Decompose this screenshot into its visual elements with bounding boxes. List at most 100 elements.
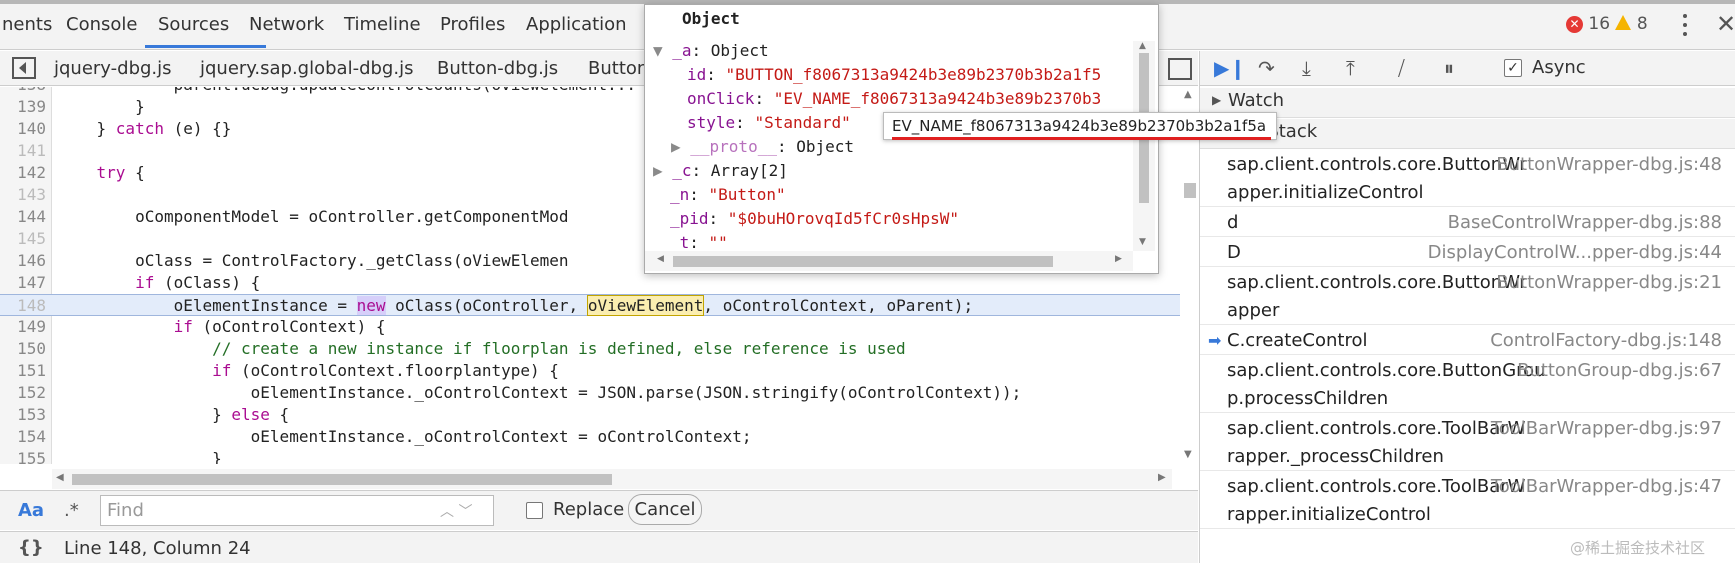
navigator-toggle-icon[interactable] bbox=[12, 57, 36, 79]
line-number[interactable]: 150 bbox=[0, 338, 46, 360]
editor-horizontal-scrollbar[interactable]: ◀ ▶ bbox=[52, 469, 1172, 489]
line-number[interactable]: 152 bbox=[0, 382, 46, 404]
scroll-down-icon[interactable]: ▼ bbox=[1184, 449, 1192, 460]
async-checkbox[interactable]: ✓ bbox=[1504, 59, 1522, 77]
editor-hscroll-thumb[interactable] bbox=[72, 474, 612, 485]
code-line[interactable]: 155 } bbox=[0, 448, 1180, 464]
pause-on-exceptions-icon[interactable]: ⏸ bbox=[1444, 56, 1454, 80]
tab-network[interactable]: Network bbox=[249, 14, 324, 35]
prop-a[interactable]: ▼ _a: Object bbox=[653, 39, 769, 63]
scroll-right-icon[interactable]: ▶ bbox=[1158, 472, 1166, 483]
pretty-print-icon[interactable]: {} bbox=[18, 537, 44, 558]
deactivate-breakpoints-icon[interactable]: ⧸ bbox=[1398, 56, 1405, 80]
line-number[interactable]: 151 bbox=[0, 360, 46, 382]
line-number[interactable]: 147 bbox=[0, 272, 46, 294]
line-number[interactable]: 145 bbox=[0, 228, 46, 250]
prop-id[interactable]: id: "BUTTON_f8067313a9424b3e89b2370b3b2a… bbox=[687, 63, 1101, 87]
popover-scroll-left-icon[interactable]: ◀ bbox=[657, 254, 664, 264]
line-number[interactable]: 138 bbox=[0, 87, 46, 96]
more-menu-icon[interactable] bbox=[1681, 14, 1689, 36]
line-number[interactable]: 140 bbox=[0, 118, 46, 140]
scroll-up-icon[interactable]: ▲ bbox=[1184, 89, 1192, 100]
tab-application[interactable]: Application bbox=[526, 14, 627, 35]
callstack-section-header[interactable]: ▼ Call Stack bbox=[1200, 119, 1735, 149]
line-number[interactable]: 148 bbox=[0, 295, 46, 317]
popover-hscroll-thumb[interactable] bbox=[673, 256, 1053, 267]
match-case-toggle[interactable]: Aa bbox=[18, 500, 44, 521]
call-frame[interactable]: ➡ C.createControl ControlFactory-dbg.js:14… bbox=[1200, 326, 1735, 355]
call-frame[interactable]: sap.client.controls.core.ButtonWr apper.i… bbox=[1200, 150, 1735, 207]
line-number[interactable]: 141 bbox=[0, 140, 46, 162]
call-frame-location[interactable]: ButtonWrapper-dbg.js:48 bbox=[1496, 150, 1722, 180]
code-line[interactable]: 152 oElementInstance._oControlContext = … bbox=[0, 382, 1180, 404]
popover-horizontal-scrollbar[interactable]: ◀ ▶ bbox=[645, 251, 1133, 271]
close-icon[interactable]: ✕ bbox=[1716, 10, 1735, 38]
debugger-toolbar: ▶❙ ↷ ⤓ ⤒ ⧸ ⏸ ✓ Async bbox=[1200, 51, 1735, 86]
tab-timeline[interactable]: Timeline bbox=[344, 14, 421, 35]
line-number[interactable]: 155 bbox=[0, 448, 46, 464]
prop-style[interactable]: style: "Standard" bbox=[687, 111, 851, 135]
call-frame-location[interactable]: ButtonWrapper-dbg.js:21 bbox=[1496, 268, 1722, 298]
tab-elements[interactable]: nents bbox=[2, 14, 52, 35]
call-frame-location[interactable]: DisplayControlW...pper-dbg.js:44 bbox=[1428, 238, 1722, 268]
resume-icon[interactable]: ▶❙ bbox=[1214, 56, 1246, 80]
call-frame-location[interactable]: ToolBarWrapper-dbg.js:97 bbox=[1491, 414, 1722, 444]
call-frame-location[interactable]: ToolBarWrapper-dbg.js:47 bbox=[1491, 472, 1722, 502]
file-tab-jquery-sap-global[interactable]: jquery.sap.global-dbg.js bbox=[200, 58, 413, 79]
call-frame-function: sap.client.controls.core.ButtonWr bbox=[1227, 154, 1527, 175]
code-line[interactable]: 147 if (oClass) { bbox=[0, 272, 1180, 294]
line-number[interactable]: 149 bbox=[0, 316, 46, 338]
watch-section-header[interactable]: ▶ Watch bbox=[1200, 88, 1735, 118]
call-frame[interactable]: sap.client.controls.core.ButtonGrou p.pro… bbox=[1200, 356, 1735, 413]
step-over-icon[interactable]: ↷ bbox=[1258, 56, 1275, 80]
popover-vertical-scrollbar[interactable]: ▲ ▼ bbox=[1133, 41, 1155, 251]
regex-toggle[interactable]: .* bbox=[64, 500, 79, 521]
editor-vertical-scrollbar[interactable]: ▲ ▼ bbox=[1180, 87, 1198, 464]
current-execution-line[interactable]: 148 oElementInstance = new oClass(oContr… bbox=[0, 294, 1180, 316]
line-number[interactable]: 146 bbox=[0, 250, 46, 272]
find-input[interactable]: Find bbox=[100, 495, 494, 526]
call-frame[interactable]: sap.client.controls.core.ButtonWr apper Bu… bbox=[1200, 268, 1735, 325]
error-warning-counter[interactable]: ✕ 16 8 bbox=[1566, 14, 1648, 34]
file-tab-button[interactable]: Button bbox=[588, 58, 648, 79]
prop-onclick[interactable]: onClick: "EV_NAME_f8067313a9424b3e89b237… bbox=[687, 87, 1101, 111]
popover-scroll-up-icon[interactable]: ▲ bbox=[1139, 41, 1146, 51]
code-line[interactable]: 150 // create a new instance if floorpla… bbox=[0, 338, 1180, 360]
popover-scroll-down-icon[interactable]: ▼ bbox=[1139, 237, 1146, 247]
line-number[interactable]: 142 bbox=[0, 162, 46, 184]
call-frame-location[interactable]: ControlFactory-dbg.js:148 bbox=[1490, 326, 1722, 356]
replace-checkbox[interactable] bbox=[526, 502, 543, 519]
prop-proto[interactable]: ▶ __proto__: Object bbox=[671, 135, 854, 159]
call-frame-location[interactable]: BaseControlWrapper-dbg.js:88 bbox=[1448, 208, 1722, 238]
line-number[interactable]: 143 bbox=[0, 184, 46, 206]
call-frame[interactable]: d BaseControlWrapper-dbg.js:88 bbox=[1200, 208, 1735, 237]
step-out-icon[interactable]: ⤒ bbox=[1346, 56, 1355, 80]
tab-console[interactable]: Console bbox=[66, 14, 137, 35]
file-tab-jquery[interactable]: jquery-dbg.js bbox=[54, 58, 172, 79]
call-frame-location[interactable]: ButtonGroup-dbg.js:67 bbox=[1517, 356, 1722, 386]
scroll-left-icon[interactable]: ◀ bbox=[56, 472, 64, 483]
tab-sources[interactable]: Sources bbox=[158, 14, 229, 35]
code-line[interactable]: 149 if (oControlContext) { bbox=[0, 316, 1180, 338]
line-number[interactable]: 153 bbox=[0, 404, 46, 426]
step-into-icon[interactable]: ⤓ bbox=[1302, 56, 1311, 80]
tab-profiles[interactable]: Profiles bbox=[440, 14, 505, 35]
line-number[interactable]: 144 bbox=[0, 206, 46, 228]
call-frame[interactable]: D DisplayControlW...pper-dbg.js:44 bbox=[1200, 238, 1735, 267]
line-number[interactable]: 139 bbox=[0, 96, 46, 118]
line-number[interactable]: 154 bbox=[0, 426, 46, 448]
call-frame[interactable]: sap.client.controls.core.ToolBarW rapper.… bbox=[1200, 414, 1735, 471]
prop-c[interactable]: ▶ _c: Array[2] bbox=[653, 159, 788, 183]
find-nav-arrows-icon[interactable]: ︿ ﹀ bbox=[440, 501, 472, 521]
prop-pid[interactable]: _pid: "$0buHOrovqId5fCr0sHpsW" bbox=[670, 207, 959, 231]
code-line[interactable]: 151 if (oControlContext.floorplantype) { bbox=[0, 360, 1180, 382]
debugger-pane-toggle-icon[interactable] bbox=[1168, 58, 1192, 80]
cancel-button[interactable]: Cancel bbox=[628, 494, 702, 525]
prop-n[interactable]: _n: "Button" bbox=[670, 183, 786, 207]
call-frame[interactable]: sap.client.controls.core.ToolBarW rapper.… bbox=[1200, 472, 1735, 529]
editor-vscroll-thumb[interactable] bbox=[1184, 183, 1196, 198]
popover-scroll-right-icon[interactable]: ▶ bbox=[1115, 254, 1122, 264]
code-line[interactable]: 154 oElementInstance._oControlContext = … bbox=[0, 426, 1180, 448]
file-tab-button-dbg[interactable]: Button-dbg.js bbox=[437, 58, 558, 79]
code-line[interactable]: 153 } else { bbox=[0, 404, 1180, 426]
